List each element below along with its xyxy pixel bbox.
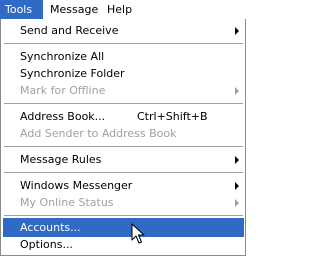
menu-separator [4,215,243,216]
menubar-help[interactable]: Help [102,0,142,19]
chevron-right-icon [235,27,239,35]
menu-item-label: Synchronize All [20,50,105,63]
mouse-cursor-icon [131,223,145,244]
menu-item-label: Options... [20,238,73,251]
menu-item-add-sender[interactable]: Add Sender to Address Book [3,124,244,143]
menu-item-label: My Online Status [20,196,114,209]
menu-item-label: Mark for Offline [20,84,106,97]
chevron-right-icon [235,182,239,190]
menu-separator [4,43,243,44]
menu-item-label: Send and Receive [20,24,119,37]
menu-item-label: Synchronize Folder [20,67,125,80]
tools-dropdown-menu: Send and Receive Synchronize All Synchro… [0,19,246,256]
menu-item-send-and-receive[interactable]: Send and Receive [3,21,244,40]
menu-item-message-rules[interactable]: Message Rules [3,150,244,169]
menu-item-label: Accounts... [20,221,81,234]
menu-item-label: Message Rules [20,153,102,166]
menu-screen: Tools Message Help Send and Receive Sync… [0,0,248,257]
menu-separator [4,103,243,104]
menubar-message[interactable]: Message [43,0,102,19]
menubar-tools[interactable]: Tools [0,0,43,19]
menu-item-label: Address Book... [20,110,106,123]
chevron-right-icon [235,156,239,164]
menu-item-options[interactable]: Options... [3,235,244,254]
menu-separator [4,172,243,173]
menu-item-mark-for-offline[interactable]: Mark for Offline [3,81,244,100]
menu-bar: Tools Message Help [0,0,248,19]
menu-separator [4,146,243,147]
menu-item-label: Add Sender to Address Book [20,127,177,140]
menu-item-my-online-status[interactable]: My Online Status [3,193,244,212]
chevron-right-icon [235,87,239,95]
menu-item-label: Windows Messenger [20,179,133,192]
chevron-right-icon [235,199,239,207]
